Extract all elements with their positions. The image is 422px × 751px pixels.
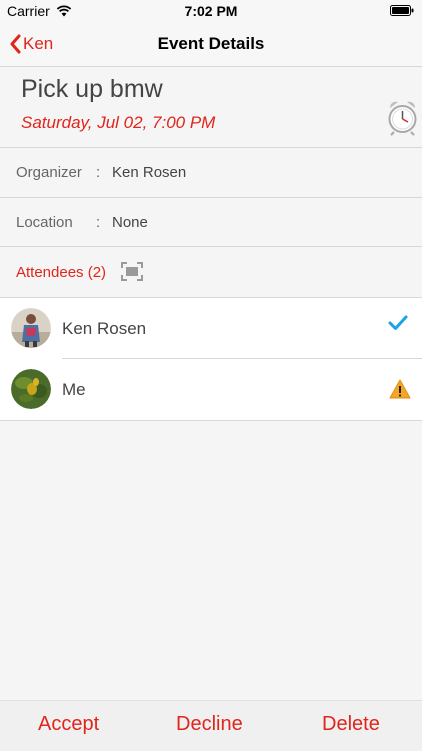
location-row: Location : None bbox=[0, 198, 422, 246]
attendee-list: Ken Rosen Me bbox=[0, 298, 422, 420]
avatar bbox=[11, 369, 51, 409]
warning-icon bbox=[389, 379, 411, 399]
alarm-clock-icon[interactable] bbox=[386, 98, 419, 136]
divider bbox=[0, 420, 422, 421]
battery-icon bbox=[390, 5, 414, 16]
organizer-separator: : bbox=[96, 164, 101, 181]
checkmark-icon bbox=[388, 315, 408, 330]
decline-button[interactable]: Decline bbox=[176, 713, 243, 736]
attendees-label: Attendees (2) bbox=[16, 264, 107, 281]
event-date: Saturday, Jul 02, 7:00 PM bbox=[21, 113, 216, 132]
event-header: Pick up bmw Saturday, Jul 02, 7:00 PM bbox=[0, 67, 422, 148]
organizer-row: Organizer : Ken Rosen bbox=[0, 148, 422, 196]
expand-icon[interactable] bbox=[121, 262, 143, 281]
organizer-label: Organizer bbox=[16, 164, 82, 181]
location-separator: : bbox=[96, 214, 101, 231]
event-title: Pick up bmw bbox=[21, 75, 163, 103]
location-value: None bbox=[112, 214, 148, 231]
location-label: Location bbox=[16, 214, 73, 231]
delete-button[interactable]: Delete bbox=[322, 713, 380, 736]
attendee-row[interactable]: Me bbox=[0, 359, 422, 420]
page-title: Event Details bbox=[157, 34, 265, 53]
bottom-toolbar: Accept Decline Delete bbox=[0, 700, 422, 751]
attendee-name: Ken Rosen bbox=[62, 319, 147, 338]
status-time: 7:02 PM bbox=[184, 3, 238, 19]
attendee-name: Me bbox=[62, 380, 86, 399]
organizer-value: Ken Rosen bbox=[112, 164, 187, 181]
status-bar: Carrier 7:02 PM bbox=[0, 0, 422, 22]
accept-button[interactable]: Accept bbox=[38, 713, 99, 736]
navigation-bar: Ken Event Details bbox=[0, 22, 422, 67]
avatar bbox=[11, 308, 51, 348]
attendees-header: Attendees (2) bbox=[0, 247, 422, 297]
attendee-row[interactable]: Ken Rosen bbox=[0, 298, 422, 359]
